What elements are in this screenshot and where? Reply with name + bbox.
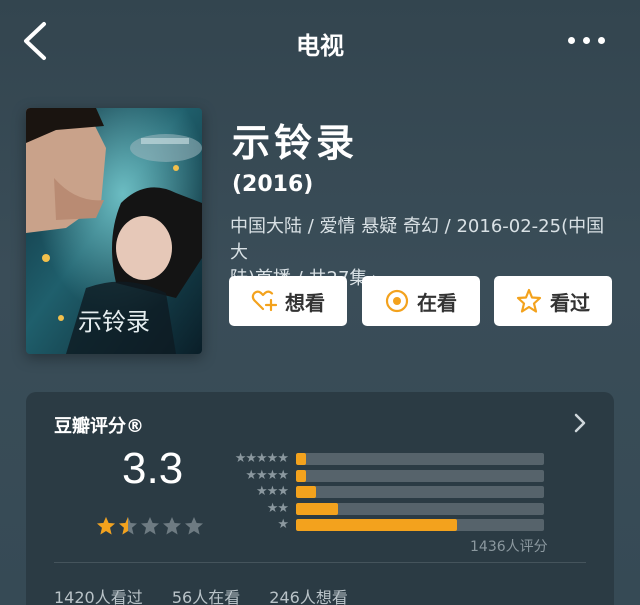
rating-bar-row: ★★★★ — [222, 467, 544, 483]
rating-bar-track — [296, 519, 544, 531]
rating-bar-stars: ★★★ — [256, 484, 289, 499]
chevron-right-icon[interactable] — [570, 410, 590, 436]
rating-bar-fill — [296, 453, 306, 465]
rating-bar-fill — [296, 502, 339, 515]
rating-card[interactable]: 豆瓣评分® 3.3 ★★★★★ ★★★★ ★★★ ★★ ★ 1436人评分 1420人看… — [26, 392, 614, 605]
star-icon — [119, 517, 137, 535]
want-button[interactable]: 想看 — [229, 276, 347, 326]
chevron-left-icon — [24, 22, 46, 60]
more-button[interactable] — [562, 22, 612, 58]
show-year: (2016) — [232, 172, 314, 197]
rating-bar-fill — [296, 519, 458, 531]
divider — [54, 562, 586, 563]
rating-bar-stars: ★★★★ — [245, 467, 289, 483]
rating-bar-stars: ★ — [277, 517, 289, 532]
star-icon — [163, 517, 181, 535]
rating-bar-track — [296, 486, 544, 498]
want-button-label: 想看 — [285, 290, 325, 315]
page-title: 电视 — [296, 32, 344, 60]
heart-plus-icon — [251, 290, 277, 312]
star-outline-icon — [516, 288, 542, 313]
rating-bar-stars: ★★ — [266, 500, 289, 516]
rating-bar-fill — [296, 469, 306, 482]
watch-stats: 1420人看过 56人在看 246人想看 — [54, 584, 372, 605]
rating-bar-track — [296, 453, 544, 465]
target-icon — [385, 289, 409, 313]
nav-bar: 电视 — [0, 0, 640, 84]
rating-bar-row: ★★★ — [222, 485, 544, 499]
star-icon — [141, 517, 159, 535]
want-count[interactable]: 246人想看 — [269, 588, 348, 605]
poster-image[interactable]: 示铃录 — [26, 108, 202, 354]
poster-art: 示铃录 — [26, 108, 202, 354]
rating-total: 1436人评分 — [470, 539, 548, 555]
rating-label: 豆瓣评分® — [54, 416, 144, 437]
rating-bar-row: ★★ — [222, 500, 544, 516]
show-title: 示铃录 — [232, 121, 359, 165]
watched-count[interactable]: 1420人看过 — [54, 588, 143, 605]
more-dots-icon — [568, 37, 575, 44]
watching-button[interactable]: 在看 — [362, 276, 480, 326]
watching-count[interactable]: 56人在看 — [172, 588, 240, 605]
back-button[interactable] — [14, 16, 58, 66]
show-meta-line1: 中国大陆 / 爱情 悬疑 奇幻 / 2016-02-25(中国大 — [230, 216, 605, 263]
watched-button-label: 看过 — [550, 290, 590, 315]
watching-button-label: 在看 — [417, 290, 457, 315]
rating-score: 3.3 — [122, 444, 184, 493]
rating-stars — [96, 516, 204, 536]
rating-bar-track — [296, 502, 544, 515]
rating-bar-row: ★ — [222, 518, 544, 532]
rating-bar-fill — [296, 486, 316, 498]
rating-bar-stars: ★★★★★ — [234, 451, 289, 466]
poster-logo-text: 示铃录 — [78, 308, 150, 336]
star-icon — [97, 517, 115, 535]
watched-button[interactable]: 看过 — [494, 276, 612, 326]
rating-bar-track — [296, 469, 544, 482]
star-icon — [185, 517, 203, 535]
rating-bar-row: ★★★★★ — [222, 452, 544, 466]
